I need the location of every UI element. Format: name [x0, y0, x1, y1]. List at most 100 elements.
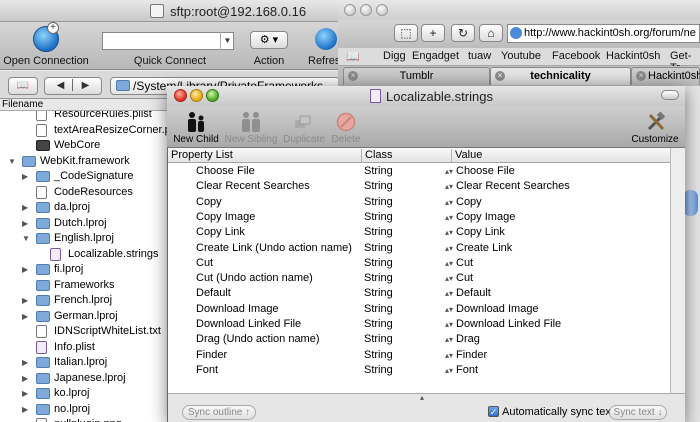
- column-divider[interactable]: [451, 149, 452, 162]
- disclosure-open-icon[interactable]: ▼: [22, 231, 30, 246]
- column-class[interactable]: Class: [365, 149, 393, 162]
- disclosure-closed-icon[interactable]: ▶: [22, 169, 30, 184]
- plist-value[interactable]: Clear Recent Searches: [456, 179, 570, 194]
- zoom-window-icon[interactable]: [206, 89, 219, 102]
- plist-row[interactable]: Font String ▴▾ Font: [168, 363, 670, 378]
- plist-key[interactable]: Copy Link: [196, 225, 245, 240]
- snapback-icon[interactable]: ⬚: [394, 24, 418, 42]
- plist-row[interactable]: Download Linked File String ▴▾ Download Lin…: [168, 317, 670, 332]
- address-bar[interactable]: http://www.hackint0sh.org/forum/ne: [507, 24, 700, 43]
- plist-key[interactable]: Clear Recent Searches: [196, 179, 310, 194]
- plist-class[interactable]: String: [364, 256, 393, 271]
- home-icon[interactable]: ⌂: [479, 24, 503, 42]
- plist-row[interactable]: Choose File String ▴▾ Choose File: [168, 164, 670, 179]
- disclosure-closed-icon[interactable]: ▶: [22, 216, 30, 231]
- plist-key[interactable]: Cut (Undo action name): [196, 271, 313, 286]
- quick-connect-input[interactable]: [102, 32, 234, 50]
- disclosure-open-icon[interactable]: ▼: [8, 154, 16, 169]
- plist-class[interactable]: String: [364, 271, 393, 286]
- plist-class[interactable]: String: [364, 317, 393, 332]
- bookmarks-button[interactable]: 📖: [8, 77, 38, 95]
- plist-value[interactable]: Drag: [456, 332, 480, 347]
- plist-class[interactable]: String: [364, 241, 393, 256]
- plist-value[interactable]: Download Linked File: [456, 317, 561, 332]
- stepper-arrows-icon[interactable]: ▴▾: [445, 256, 453, 271]
- duplicate-button[interactable]: Duplicate: [281, 134, 327, 145]
- minimize-window-icon[interactable]: [360, 4, 372, 16]
- stepper-arrows-icon[interactable]: ▴▾: [445, 210, 453, 225]
- stepper-arrows-icon[interactable]: ▴▾: [445, 332, 453, 347]
- plist-value[interactable]: Choose File: [456, 164, 515, 179]
- plist-row[interactable]: Cut String ▴▾ Cut: [168, 256, 670, 271]
- plist-key[interactable]: Finder: [196, 348, 227, 363]
- stepper-arrows-icon[interactable]: ▴▾: [445, 225, 453, 240]
- disclosure-closed-icon[interactable]: ▶: [22, 402, 30, 417]
- stepper-arrows-icon[interactable]: ▴▾: [445, 195, 453, 210]
- plist-key[interactable]: Copy Image: [196, 210, 255, 225]
- refresh-icon[interactable]: [315, 28, 337, 50]
- bookmarks-book-icon[interactable]: 📖: [346, 50, 360, 63]
- plist-value[interactable]: Copy Link: [456, 225, 505, 240]
- sync-outline-button[interactable]: Sync outline ↑: [182, 405, 256, 420]
- plist-class[interactable]: String: [364, 210, 393, 225]
- auto-sync-checkbox[interactable]: ✓: [488, 406, 499, 417]
- plist-key[interactable]: Download Linked File: [196, 317, 301, 332]
- plist-row[interactable]: Copy Link String ▴▾ Copy Link: [168, 225, 670, 240]
- plist-class[interactable]: String: [364, 164, 393, 179]
- sync-text-button[interactable]: Sync text ↓: [609, 405, 667, 420]
- back-forward-buttons[interactable]: ◀ │ ▶: [44, 77, 102, 95]
- plist-key[interactable]: Font: [196, 363, 218, 378]
- bookmark-digg[interactable]: Digg: [383, 50, 406, 62]
- stepper-arrows-icon[interactable]: ▴▾: [445, 271, 453, 286]
- plist-class[interactable]: String: [364, 348, 393, 363]
- split-grip-icon[interactable]: ▴: [420, 393, 424, 402]
- plist-key[interactable]: Copy: [196, 195, 222, 210]
- plist-row[interactable]: Finder String ▴▾ Finder: [168, 348, 670, 363]
- plist-class[interactable]: String: [364, 225, 393, 240]
- plist-value[interactable]: Download Image: [456, 302, 539, 317]
- disclosure-closed-icon[interactable]: ▶: [22, 262, 30, 277]
- column-property-list[interactable]: Property List: [171, 149, 233, 162]
- close-window-icon[interactable]: [174, 89, 187, 102]
- stepper-arrows-icon[interactable]: ▴▾: [445, 179, 453, 194]
- new-child-icon[interactable]: [186, 111, 208, 133]
- bookmark-hackint0sh[interactable]: Hackint0sh: [606, 50, 660, 62]
- disclosure-closed-icon[interactable]: ▶: [22, 355, 30, 370]
- bookmark-engadget[interactable]: Engadget: [412, 50, 459, 62]
- plist-key[interactable]: Default: [196, 286, 231, 301]
- plist-class[interactable]: String: [364, 363, 393, 378]
- tab-tumblr[interactable]: × Tumblr: [343, 67, 490, 85]
- chevron-down-icon[interactable]: ▼: [220, 32, 234, 50]
- tab-technicality[interactable]: × technicality: [490, 67, 631, 85]
- plist-value[interactable]: Finder: [456, 348, 487, 363]
- plist-value[interactable]: Copy: [456, 195, 482, 210]
- plist-row[interactable]: Copy Image String ▴▾ Copy Image: [168, 210, 670, 225]
- stepper-arrows-icon[interactable]: ▴▾: [445, 286, 453, 301]
- stepper-arrows-icon[interactable]: ▴▾: [445, 302, 453, 317]
- stepper-arrows-icon[interactable]: ▴▾: [445, 164, 453, 179]
- stepper-arrows-icon[interactable]: ▴▾: [445, 241, 453, 256]
- column-value[interactable]: Value: [455, 149, 482, 162]
- bookmark-youtube[interactable]: Youtube: [501, 50, 541, 62]
- bookmark-facebook[interactable]: Facebook: [552, 50, 600, 62]
- tab-hackint0sh[interactable]: × Hackint0sh: [631, 67, 700, 85]
- plist-class[interactable]: String: [364, 179, 393, 194]
- action-menu-button[interactable]: ⚙ ▾: [250, 31, 288, 49]
- plist-value[interactable]: Cut: [456, 271, 473, 286]
- plist-value[interactable]: Font: [456, 363, 478, 378]
- stepper-arrows-icon[interactable]: ▴▾: [445, 348, 453, 363]
- add-bookmark-icon[interactable]: +: [421, 24, 445, 42]
- plist-key[interactable]: Download Image: [196, 302, 279, 317]
- customize-button[interactable]: Customize: [628, 134, 682, 145]
- plist-key[interactable]: Drag (Undo action name): [196, 332, 320, 347]
- zoom-window-icon[interactable]: [376, 4, 388, 16]
- plist-row[interactable]: Default String ▴▾ Default: [168, 286, 670, 301]
- close-window-icon[interactable]: [344, 4, 356, 16]
- plist-class[interactable]: String: [364, 302, 393, 317]
- plist-row[interactable]: Cut (Undo action name) String ▴▾ Cut: [168, 271, 670, 286]
- plist-class[interactable]: String: [364, 195, 393, 210]
- plist-row[interactable]: Create Link (Undo action name) String ▴▾ Cr…: [168, 241, 670, 256]
- disclosure-closed-icon[interactable]: ▶: [22, 309, 30, 324]
- browser-titlebar[interactable]: [338, 0, 700, 20]
- plist-row[interactable]: Download Image String ▴▾ Download Image: [168, 302, 670, 317]
